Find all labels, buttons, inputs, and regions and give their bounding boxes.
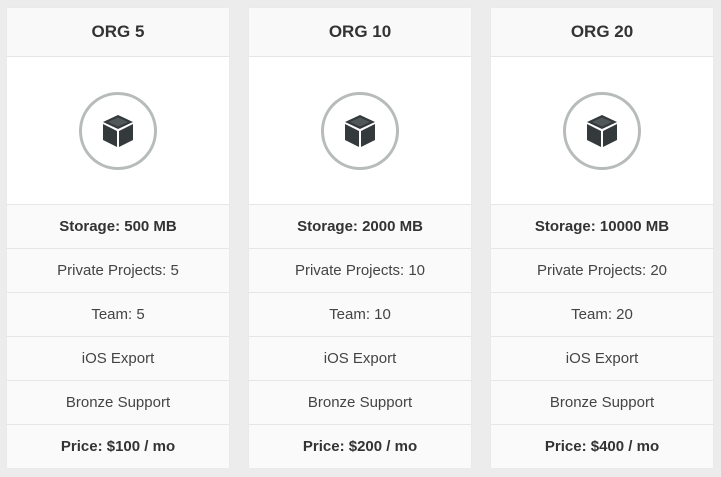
box-icon bbox=[563, 91, 641, 170]
support-feature: Bronze Support bbox=[491, 381, 713, 425]
price-feature: Price: $400 / mo bbox=[544, 438, 660, 455]
export-feature: iOS Export bbox=[7, 337, 229, 381]
plan-icon-area bbox=[7, 57, 229, 205]
team-feature: Team: 5 bbox=[7, 293, 229, 337]
plan-icon-area bbox=[491, 57, 713, 205]
plan-title: ORG 10 bbox=[249, 8, 471, 57]
plan-card-org-10[interactable]: ORG 10 Storage: 2000 MB Private Projects… bbox=[249, 8, 471, 468]
box-icon bbox=[321, 91, 399, 170]
storage-feature: Storage: 10000 MB bbox=[491, 205, 713, 249]
pricing-plans: ORG 5 Storage: 500 MB Private Projects: … bbox=[0, 0, 721, 477]
storage-feature: Storage: 2000 MB bbox=[249, 205, 471, 249]
plan-title: ORG 5 bbox=[7, 8, 229, 57]
storage-feature: Storage: 500 MB bbox=[7, 205, 229, 249]
support-feature: Bronze Support bbox=[249, 381, 471, 425]
plan-card-org-5[interactable]: ORG 5 Storage: 500 MB Private Projects: … bbox=[7, 8, 229, 468]
team-feature: Team: 10 bbox=[249, 293, 471, 337]
price-feature: Price: $100 / mo bbox=[60, 438, 176, 455]
price-feature: Price: $200 / mo bbox=[302, 438, 418, 455]
support-feature: Bronze Support bbox=[7, 381, 229, 425]
export-feature: iOS Export bbox=[491, 337, 713, 381]
export-feature: iOS Export bbox=[249, 337, 471, 381]
plan-title: ORG 20 bbox=[491, 8, 713, 57]
plan-icon-area bbox=[249, 57, 471, 205]
plan-card-org-20[interactable]: ORG 20 Storage: 10000 MB Private Project… bbox=[491, 8, 713, 468]
team-feature: Team: 20 bbox=[491, 293, 713, 337]
box-icon bbox=[79, 91, 157, 170]
projects-feature: Private Projects: 20 bbox=[491, 249, 713, 293]
projects-feature: Private Projects: 5 bbox=[7, 249, 229, 293]
projects-feature: Private Projects: 10 bbox=[249, 249, 471, 293]
